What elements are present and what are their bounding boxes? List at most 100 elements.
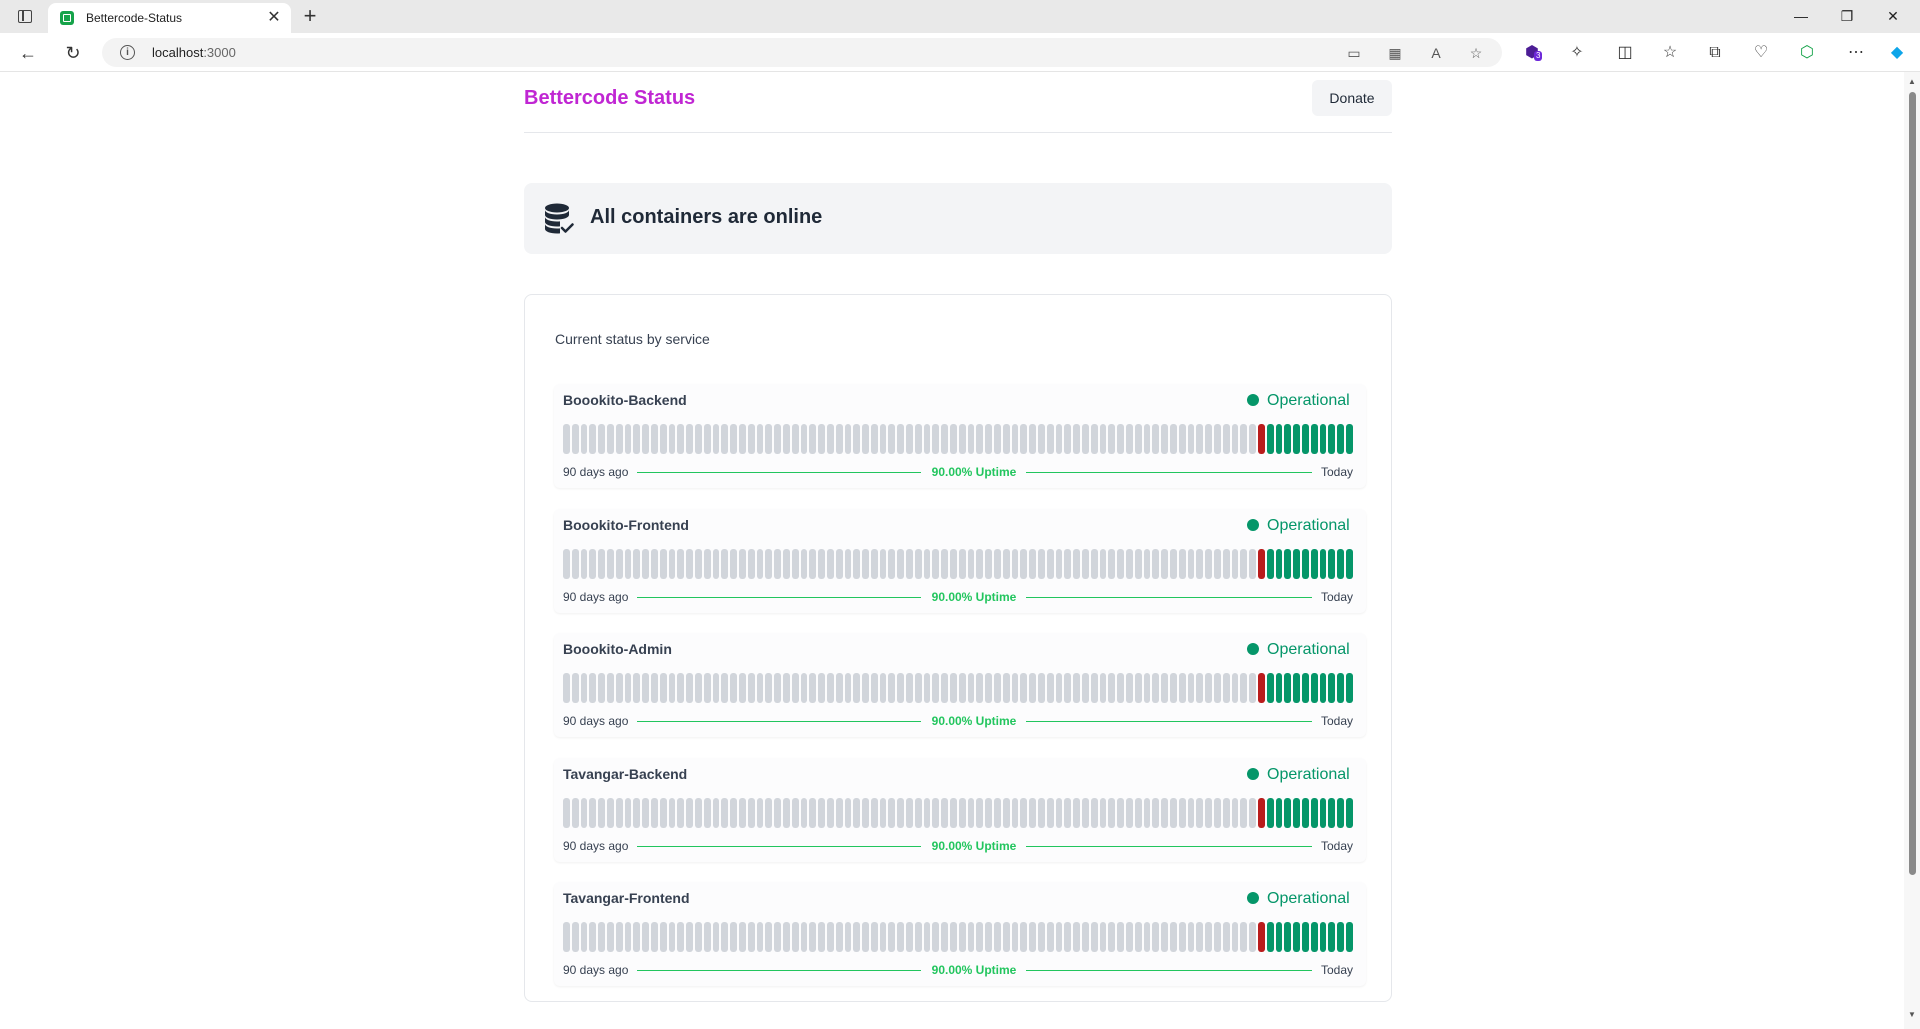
uptime-bar-nodata[interactable] xyxy=(1055,673,1063,703)
uptime-bar-nodata[interactable] xyxy=(721,424,729,454)
uptime-bar-nodata[interactable] xyxy=(844,673,852,703)
uptime-bar-nodata[interactable] xyxy=(686,549,693,579)
uptime-bar-nodata[interactable] xyxy=(923,673,931,703)
uptime-bar-nodata[interactable] xyxy=(580,549,588,579)
uptime-bar-up[interactable] xyxy=(1301,922,1309,952)
uptime-bar-nodata[interactable] xyxy=(694,549,702,579)
uptime-bar-nodata[interactable] xyxy=(870,673,878,703)
uptime-bar-nodata[interactable] xyxy=(1108,922,1116,952)
page-scrollbar[interactable]: ▲ ▼ xyxy=(1904,72,1920,1029)
uptime-bar-nodata[interactable] xyxy=(1126,798,1133,828)
uptime-bar-nodata[interactable] xyxy=(950,673,957,703)
uptime-bar-nodata[interactable] xyxy=(1231,549,1239,579)
uptime-bar-nodata[interactable] xyxy=(1108,549,1116,579)
uptime-bar-nodata[interactable] xyxy=(1073,673,1081,703)
uptime-bar-nodata[interactable] xyxy=(1020,922,1028,952)
uptime-bar-up[interactable] xyxy=(1319,549,1327,579)
uptime-bar-up[interactable] xyxy=(1345,424,1353,454)
extension-icon[interactable]: ⬢ 3 xyxy=(1521,42,1543,64)
uptime-bar-nodata[interactable] xyxy=(853,424,861,454)
uptime-bar-nodata[interactable] xyxy=(1134,673,1142,703)
copilot-icon[interactable]: ◆ xyxy=(1886,42,1908,64)
uptime-bar-nodata[interactable] xyxy=(818,798,825,828)
uptime-bar-nodata[interactable] xyxy=(624,549,632,579)
uptime-bar-nodata[interactable] xyxy=(888,549,896,579)
uptime-bar-nodata[interactable] xyxy=(800,798,808,828)
uptime-bar-nodata[interactable] xyxy=(967,673,975,703)
uptime-bar-nodata[interactable] xyxy=(941,673,949,703)
uptime-bar-nodata[interactable] xyxy=(1222,798,1230,828)
uptime-bar-nodata[interactable] xyxy=(1126,424,1133,454)
uptime-bar-nodata[interactable] xyxy=(1143,549,1151,579)
uptime-bar-nodata[interactable] xyxy=(1240,798,1248,828)
uptime-bar-nodata[interactable] xyxy=(677,673,685,703)
uptime-bar-nodata[interactable] xyxy=(615,549,623,579)
uptime-bar-nodata[interactable] xyxy=(589,424,597,454)
uptime-bar-nodata[interactable] xyxy=(571,798,579,828)
uptime-bar-nodata[interactable] xyxy=(563,549,570,579)
tab-close-icon[interactable]: ✕ xyxy=(265,9,283,27)
split-screen-icon[interactable]: ◫ xyxy=(1614,42,1636,64)
uptime-bar-nodata[interactable] xyxy=(774,798,781,828)
uptime-bar-nodata[interactable] xyxy=(1029,549,1037,579)
uptime-bar-nodata[interactable] xyxy=(642,424,649,454)
uptime-bar-up[interactable] xyxy=(1266,673,1274,703)
favorite-star-icon[interactable]: ☆ xyxy=(1467,45,1485,61)
uptime-bar-nodata[interactable] xyxy=(1046,922,1054,952)
uptime-bar-nodata[interactable] xyxy=(1011,798,1019,828)
uptime-bar-nodata[interactable] xyxy=(906,922,913,952)
uptime-bar-nodata[interactable] xyxy=(835,922,843,952)
uptime-bar-nodata[interactable] xyxy=(1029,798,1037,828)
uptime-bar-up[interactable] xyxy=(1301,549,1309,579)
uptime-bar-nodata[interactable] xyxy=(642,673,649,703)
uptime-bar-nodata[interactable] xyxy=(950,798,957,828)
uptime-bar-up[interactable] xyxy=(1328,424,1336,454)
uptime-bar-nodata[interactable] xyxy=(897,673,905,703)
uptime-bar-nodata[interactable] xyxy=(668,922,676,952)
uptime-bar-nodata[interactable] xyxy=(738,549,746,579)
uptime-bar-nodata[interactable] xyxy=(765,922,773,952)
uptime-bar-nodata[interactable] xyxy=(633,424,641,454)
uptime-bar-up[interactable] xyxy=(1310,798,1318,828)
uptime-bar-nodata[interactable] xyxy=(1029,922,1037,952)
uptime-bar-nodata[interactable] xyxy=(835,549,843,579)
uptime-bar-nodata[interactable] xyxy=(686,673,693,703)
uptime-bar-nodata[interactable] xyxy=(1205,798,1212,828)
uptime-bar-nodata[interactable] xyxy=(1082,673,1089,703)
uptime-bar-nodata[interactable] xyxy=(1020,424,1028,454)
uptime-bar-nodata[interactable] xyxy=(976,673,984,703)
uptime-bar-nodata[interactable] xyxy=(809,549,817,579)
uptime-bar-nodata[interactable] xyxy=(888,424,896,454)
uptime-bar-nodata[interactable] xyxy=(826,549,834,579)
uptime-bar-nodata[interactable] xyxy=(580,673,588,703)
uptime-bar-nodata[interactable] xyxy=(1134,549,1142,579)
uptime-bar-nodata[interactable] xyxy=(668,424,676,454)
uptime-bar-nodata[interactable] xyxy=(844,922,852,952)
uptime-bar-nodata[interactable] xyxy=(1187,798,1195,828)
uptime-bar-up[interactable] xyxy=(1266,424,1274,454)
uptime-bar-nodata[interactable] xyxy=(932,549,940,579)
uptime-bar-nodata[interactable] xyxy=(738,798,746,828)
uptime-bar-nodata[interactable] xyxy=(1143,424,1151,454)
uptime-bar-nodata[interactable] xyxy=(598,922,605,952)
uptime-bar-nodata[interactable] xyxy=(1169,424,1177,454)
uptime-bar-up[interactable] xyxy=(1337,922,1344,952)
uptime-bar-nodata[interactable] xyxy=(1249,424,1256,454)
uptime-bar-nodata[interactable] xyxy=(738,673,746,703)
uptime-bar-up[interactable] xyxy=(1319,673,1327,703)
uptime-bar-nodata[interactable] xyxy=(1240,424,1248,454)
uptime-bar-nodata[interactable] xyxy=(668,798,676,828)
uptime-bar-nodata[interactable] xyxy=(1099,424,1107,454)
uptime-bar-up[interactable] xyxy=(1345,798,1353,828)
uptime-bar-nodata[interactable] xyxy=(563,922,570,952)
uptime-bar-nodata[interactable] xyxy=(624,424,632,454)
uptime-bar-nodata[interactable] xyxy=(1213,798,1221,828)
uptime-bar-nodata[interactable] xyxy=(756,424,764,454)
uptime-bar-nodata[interactable] xyxy=(1020,673,1028,703)
qr-code-icon[interactable]: ▦ xyxy=(1386,45,1404,61)
uptime-bar-nodata[interactable] xyxy=(633,549,641,579)
uptime-bar-nodata[interactable] xyxy=(738,922,746,952)
uptime-bar-nodata[interactable] xyxy=(642,922,649,952)
uptime-bar-nodata[interactable] xyxy=(1029,673,1037,703)
uptime-bar-nodata[interactable] xyxy=(791,922,799,952)
